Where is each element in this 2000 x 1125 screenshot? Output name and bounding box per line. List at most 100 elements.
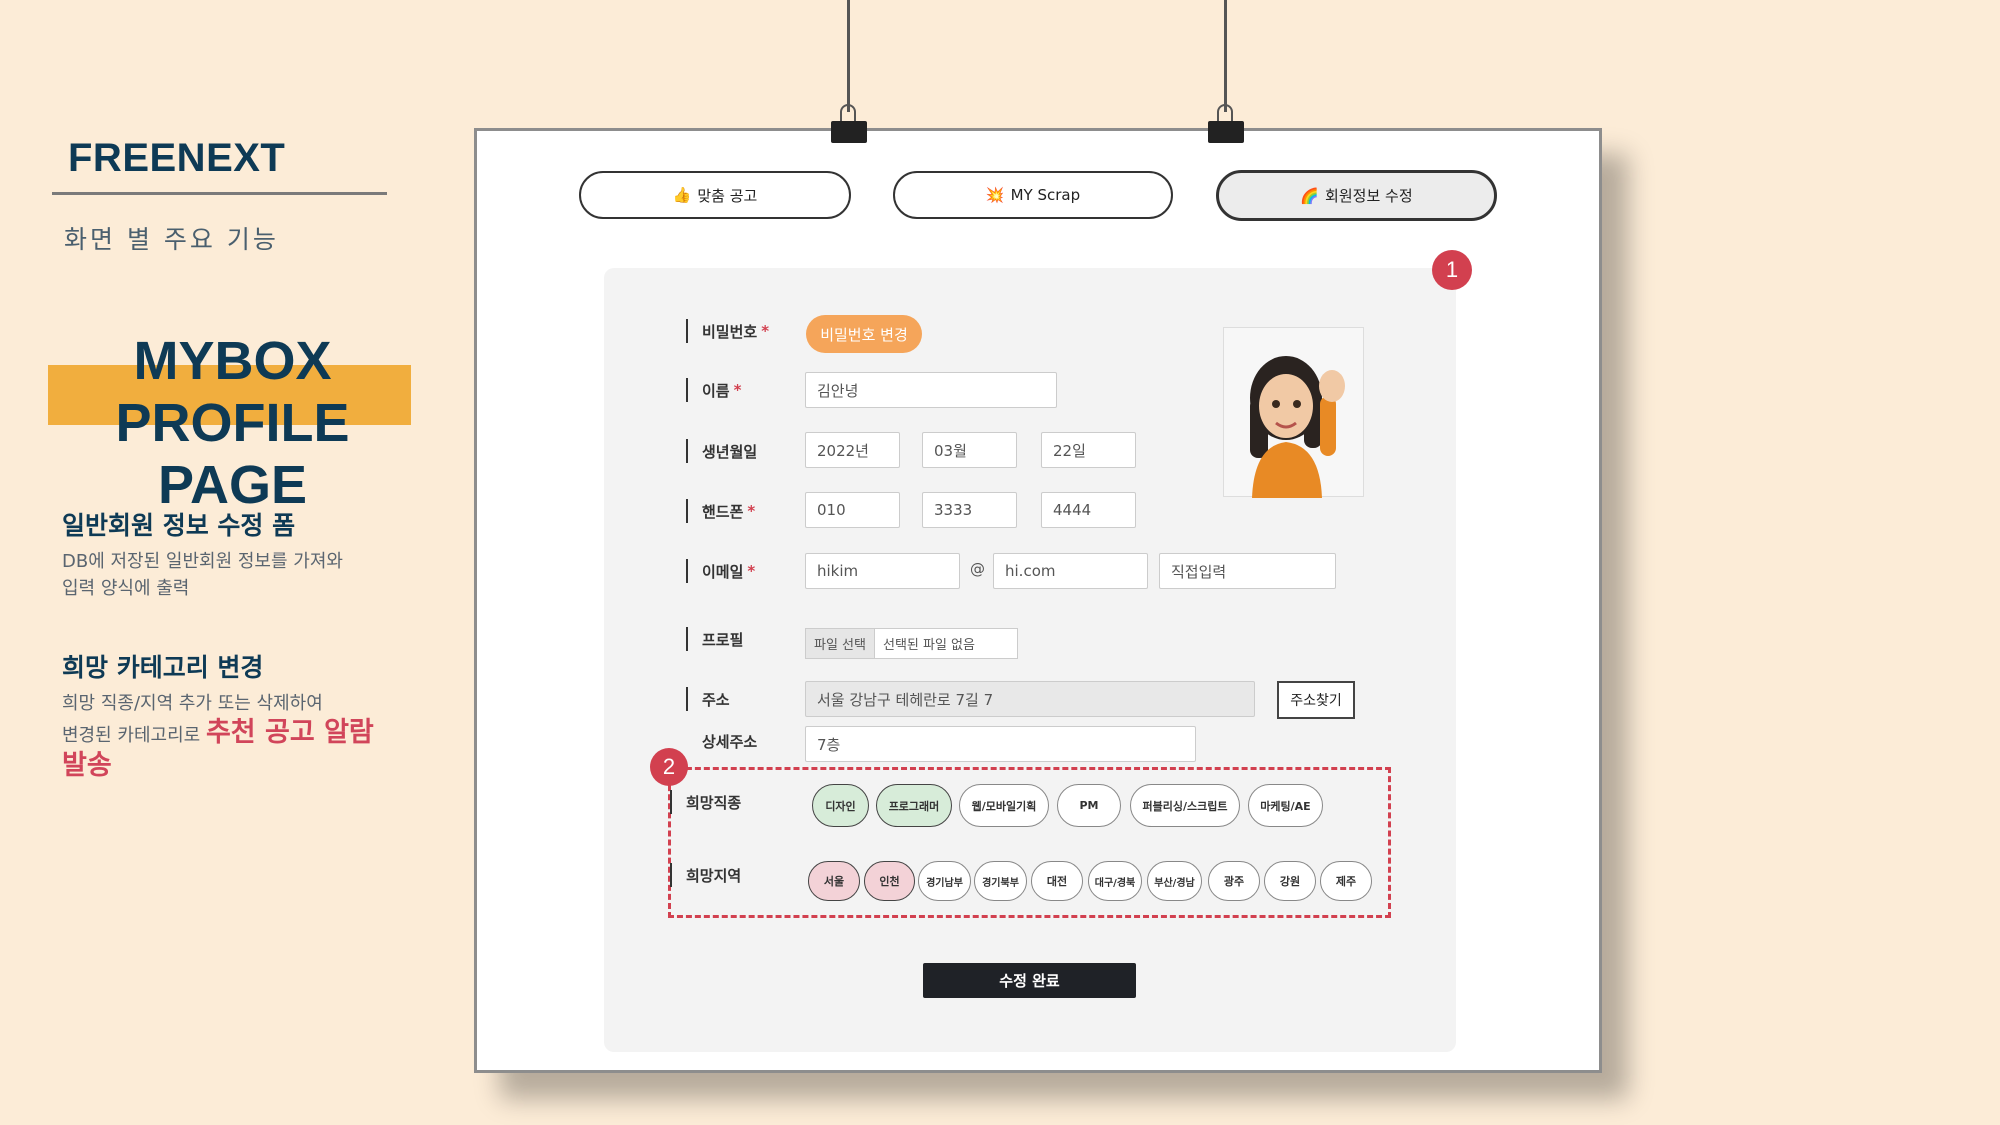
label-bar <box>686 499 688 523</box>
job-chip-web-mobile-planning[interactable]: 웹/모바일기획 <box>959 784 1049 827</box>
required-mark: * <box>747 502 756 520</box>
avatar-illustration-icon <box>1250 356 1345 498</box>
file-select-button[interactable]: 파일 선택 <box>806 629 875 658</box>
label-bar <box>686 627 688 651</box>
section-desc-plain: 변경된 카테고리로 <box>62 725 206 746</box>
label-bar <box>686 559 688 583</box>
page-title-line1: MYBOX <box>133 331 332 391</box>
section-heading: 일반회원 정보 수정 폼 <box>62 511 296 540</box>
label-bar <box>686 378 688 402</box>
email-label: 이메일 * <box>686 558 755 584</box>
desired-jobs-label: 희망직종 <box>670 789 741 815</box>
detail-address-label: 상세주소 <box>702 732 758 751</box>
tab-my-scrap[interactable]: 💥 MY Scrap <box>893 171 1173 219</box>
address-search-button[interactable]: 주소찾기 <box>1277 681 1355 719</box>
label-bar <box>686 319 688 343</box>
brand-subtitle: 화면 별 주요 기능 <box>64 225 279 254</box>
section-heading: 희망 카테고리 변경 <box>62 653 264 682</box>
region-chip-jeju[interactable]: 제주 <box>1320 861 1372 901</box>
region-chip-gangwon[interactable]: 강원 <box>1264 861 1316 901</box>
phone-label: 핸드폰 * <box>686 498 755 524</box>
address-input[interactable]: 서울 강남구 테헤란로 7길 7 <box>805 681 1255 717</box>
email-domain-input[interactable]: hi.com <box>993 553 1148 589</box>
region-chip-daegu-gyeongbuk[interactable]: 대구/경북 <box>1088 861 1142 901</box>
region-chip-seoul[interactable]: 서울 <box>808 861 860 901</box>
label-bar <box>670 863 672 887</box>
section-category: 희망 카테고리 변경 희망 직종/지역 추가 또는 삭제하여 변경된 카테고리로… <box>62 648 442 783</box>
region-chip-daejeon[interactable]: 대전 <box>1031 861 1083 901</box>
job-chip-marketing-ae[interactable]: 마케팅/AE <box>1248 784 1323 827</box>
profile-avatar <box>1223 327 1364 498</box>
address-label: 주소 <box>686 686 730 712</box>
region-chip-gyeonggi-north[interactable]: 경기북부 <box>974 861 1027 901</box>
region-chip-gyeonggi-south[interactable]: 경기남부 <box>918 861 971 901</box>
page-title: MYBOX PROFILE PAGE <box>40 330 425 516</box>
name-input[interactable]: 김안녕 <box>805 372 1057 408</box>
tab-edit-profile[interactable]: 🌈 회원정보 수정 <box>1216 170 1497 221</box>
binder-clip-right <box>1208 121 1244 143</box>
required-mark: * <box>733 381 742 399</box>
birth-year-input[interactable]: 2022년 <box>805 432 900 468</box>
file-status-text: 선택된 파일 없음 <box>882 638 975 653</box>
binder-clip-left <box>831 121 867 143</box>
section-desc-line2: 입력 양식에 출력 <box>62 578 190 599</box>
label-text: 핸드폰 <box>702 502 744 521</box>
label-text: 주소 <box>702 690 730 709</box>
job-chip-pm[interactable]: PM <box>1057 784 1121 827</box>
label-bar <box>686 687 688 711</box>
password-label: 비밀번호 * <box>686 318 769 344</box>
desired-regions-label: 희망지역 <box>670 862 741 888</box>
brand-divider <box>52 192 387 195</box>
email-domain-select[interactable]: 직접입력 <box>1159 553 1336 589</box>
label-bar <box>686 439 688 463</box>
phone-part1-input[interactable]: 010 <box>805 492 900 528</box>
section-desc-line2: 변경된 카테고리로 추천 공고 알람 <box>62 719 442 749</box>
label-text: 프로필 <box>702 630 744 649</box>
section-desc-accent: 추천 공고 알람 <box>205 717 374 748</box>
tab-label: 맞춤 공고 <box>697 186 758 205</box>
job-chip-publishing-script[interactable]: 퍼블리싱/스크립트 <box>1130 784 1240 827</box>
email-at-sign: @ <box>970 560 985 578</box>
job-chip-programmer[interactable]: 프로그래머 <box>876 784 952 827</box>
section-profile-form: 일반회원 정보 수정 폼 DB에 저장된 일반회원 정보를 가져와 입력 양식에… <box>62 506 442 602</box>
submit-button[interactable]: 수정 완료 <box>923 963 1136 998</box>
label-text: 비밀번호 <box>702 322 758 341</box>
page-title-line2: PROFILE PAGE <box>115 393 350 515</box>
hanging-wire-left <box>847 0 850 112</box>
section-desc-line1: DB에 저장된 일반회원 정보를 가져와 <box>62 551 343 572</box>
tab-custom-jobs[interactable]: 👍 맞춤 공고 <box>579 171 851 219</box>
detail-address-input[interactable]: 7층 <box>805 726 1196 762</box>
callout-badge-2: 2 <box>650 748 688 786</box>
name-label: 이름 * <box>686 377 741 403</box>
label-bar <box>670 790 672 814</box>
burst-icon: 💥 <box>985 186 1005 204</box>
region-chip-busan-gyeongnam[interactable]: 부산/경남 <box>1147 861 1202 901</box>
label-text: 이메일 <box>702 562 744 581</box>
section-desc-accent-line3: 발송 <box>62 750 112 781</box>
tab-label: 회원정보 수정 <box>1325 187 1413 205</box>
thumbs-up-icon: 👍 <box>672 186 692 204</box>
callout-badge-1: 1 <box>1432 250 1472 290</box>
required-mark: * <box>761 322 770 340</box>
birthdate-label: 생년월일 <box>686 438 757 464</box>
label-text: 희망직종 <box>686 793 742 812</box>
section-desc-line1: 희망 직종/지역 추가 또는 삭제하여 <box>62 693 323 714</box>
required-mark: * <box>747 562 756 580</box>
region-chip-gwangju[interactable]: 광주 <box>1208 861 1260 901</box>
tab-label: MY Scrap <box>1010 186 1081 204</box>
label-text: 생년월일 <box>702 442 758 461</box>
phone-part3-input[interactable]: 4444 <box>1041 492 1136 528</box>
email-local-input[interactable]: hikim <box>805 553 960 589</box>
label-text: 이름 <box>702 381 730 400</box>
hanging-wire-right <box>1224 0 1227 112</box>
job-chip-design[interactable]: 디자인 <box>812 784 869 827</box>
region-chip-incheon[interactable]: 인천 <box>864 861 915 901</box>
profile-file-input[interactable]: 파일 선택 선택된 파일 없음 <box>805 628 1018 659</box>
phone-part2-input[interactable]: 3333 <box>922 492 1017 528</box>
birth-month-input[interactable]: 03월 <box>922 432 1017 468</box>
profile-image-label: 프로필 <box>686 626 743 652</box>
birth-day-input[interactable]: 22일 <box>1041 432 1136 468</box>
change-password-button[interactable]: 비밀번호 변경 <box>806 315 922 353</box>
rainbow-icon: 🌈 <box>1300 186 1320 205</box>
brand-title: FREENEXT <box>68 136 286 180</box>
